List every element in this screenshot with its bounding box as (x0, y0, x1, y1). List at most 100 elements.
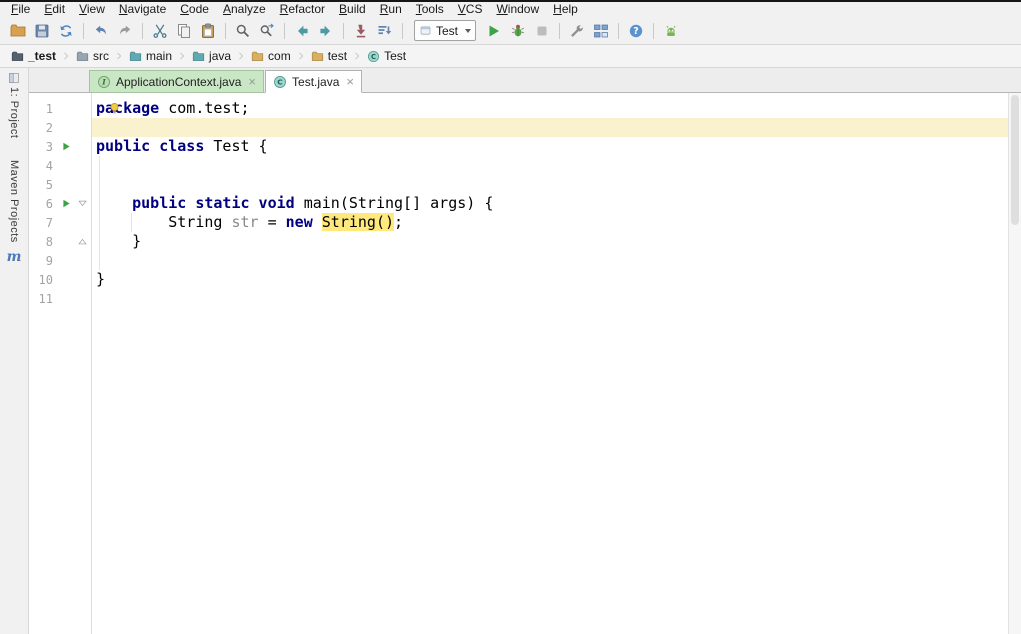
toolbar-separator (402, 22, 403, 39)
menu-item-refactor[interactable]: Refactor (273, 3, 332, 16)
save-all-button[interactable] (30, 20, 54, 42)
project-structure-button[interactable] (589, 20, 613, 42)
run-config-label: Test (436, 23, 459, 38)
synchronize-button[interactable] (54, 20, 78, 42)
svg-text:C: C (371, 52, 376, 60)
copy-button[interactable] (172, 20, 196, 42)
help-icon: ? (628, 23, 644, 39)
copy-icon (176, 23, 192, 39)
vertical-scrollbar[interactable] (1008, 93, 1021, 634)
maven-projects-tool-label: Maven Projects (7, 160, 20, 244)
menu-item-vcs[interactable]: VCS (451, 3, 490, 16)
package-folder-icon (251, 50, 264, 63)
tab-close-icon[interactable]: × (346, 75, 354, 88)
code-segment: package (96, 99, 160, 117)
line-number: 3 (45, 139, 53, 154)
chevron-right-icon (114, 51, 124, 61)
interface-icon: I (97, 75, 111, 89)
toolbar-separator (225, 22, 226, 39)
breadcrumb: _test src main java com test C Test (0, 45, 1021, 68)
menu-item-build[interactable]: Build (332, 3, 373, 16)
tab-test-java[interactable]: C Test.java × (265, 70, 362, 93)
menu-item-analyze[interactable]: Analyze (216, 3, 273, 16)
redo-button[interactable] (113, 20, 137, 42)
run-config-select[interactable]: Test (414, 20, 477, 41)
line-number: 4 (45, 158, 53, 173)
tab-applicationcontext-java[interactable]: I ApplicationContext.java × (89, 70, 265, 93)
menu-item-file[interactable]: File (4, 3, 37, 16)
breadcrumb-item-com[interactable]: com (248, 49, 294, 63)
chevron-down-icon (465, 28, 472, 33)
save-all-icon (34, 23, 50, 39)
code-segment: ; (394, 213, 404, 231)
run-line-button[interactable] (58, 198, 74, 209)
breadcrumb-item-src[interactable]: src (73, 49, 112, 63)
chevron-right-icon (236, 51, 246, 61)
editor-gutter[interactable]: 1 2 3 4 5 6 7 8 9 10 11 (29, 93, 92, 634)
chevron-right-icon (296, 51, 306, 61)
stop-button[interactable] (530, 20, 554, 42)
main-toolbar: Test? (0, 17, 1021, 45)
menu-item-run[interactable]: Run (373, 3, 409, 16)
update-project-icon (353, 23, 369, 39)
project-tool-button[interactable]: 1: Project (8, 70, 20, 140)
code-editor[interactable]: package com.test; public class Test { pub… (92, 93, 1008, 634)
toolbar-separator (559, 22, 561, 39)
menu-item-tools[interactable]: Tools (409, 3, 451, 16)
tab-label: ApplicationContext.java (116, 74, 242, 89)
run-line-icon (61, 198, 72, 209)
run-button[interactable] (482, 20, 506, 42)
fold-close-icon[interactable] (74, 236, 91, 247)
stop-icon (534, 23, 550, 39)
maven-projects-tool-button[interactable]: Maven Projects m (7, 158, 22, 266)
line-number: 10 (38, 272, 53, 287)
line-number: 7 (45, 215, 53, 230)
make-project-button[interactable] (373, 20, 397, 42)
breadcrumb-item-main[interactable]: main (126, 49, 175, 63)
back-button[interactable] (290, 20, 314, 42)
paste-button[interactable] (196, 20, 220, 42)
menu-item-edit[interactable]: Edit (37, 3, 72, 16)
tab-close-icon[interactable]: × (248, 75, 256, 88)
find-button[interactable] (231, 20, 255, 42)
fold-open-icon[interactable] (74, 198, 91, 209)
menu-item-window[interactable]: Window (489, 3, 546, 16)
chevron-right-icon (296, 51, 306, 61)
run-line-button[interactable] (58, 141, 74, 152)
replace-button[interactable] (255, 20, 279, 42)
open-button[interactable] (6, 20, 30, 42)
gutter-row: 4 (29, 156, 91, 175)
line-number: 5 (45, 177, 53, 192)
breadcrumb-item-java[interactable]: java (189, 49, 234, 63)
project-structure-icon (593, 23, 609, 39)
cut-button[interactable] (148, 20, 172, 42)
undo-button[interactable] (89, 20, 113, 42)
code-line: public static void main(String[] args) { (92, 194, 1008, 213)
help-button[interactable]: ? (624, 20, 648, 42)
code-segment: str (231, 213, 259, 231)
menu-item-navigate[interactable]: Navigate (112, 3, 173, 16)
gutter-row: 7 (29, 213, 91, 232)
code-segment: Test { (204, 137, 268, 155)
menu-item-view[interactable]: View (72, 3, 112, 16)
menu-item-code[interactable]: Code (173, 3, 216, 16)
svg-text:?: ? (633, 26, 639, 37)
chevron-right-icon (177, 51, 187, 61)
breadcrumb-item-test[interactable]: C Test (364, 49, 409, 63)
menu-item-help[interactable]: Help (546, 3, 585, 16)
breadcrumb-item-_test[interactable]: _test (8, 49, 59, 63)
source-folder-icon (192, 50, 205, 63)
code-line: } (92, 270, 1008, 289)
debug-button[interactable] (506, 20, 530, 42)
synchronize-icon (58, 23, 74, 39)
paste-icon (200, 23, 216, 39)
update-project-button[interactable] (349, 20, 373, 42)
settings-button[interactable] (565, 20, 589, 42)
forward-button[interactable] (314, 20, 338, 42)
fold-open-icon (77, 198, 88, 209)
project-tool-icon (8, 72, 20, 84)
scrollbar-thumb[interactable] (1011, 95, 1019, 225)
breadcrumb-item-test[interactable]: test (308, 49, 350, 63)
android-button[interactable] (659, 20, 683, 42)
make-project-icon (377, 23, 393, 39)
